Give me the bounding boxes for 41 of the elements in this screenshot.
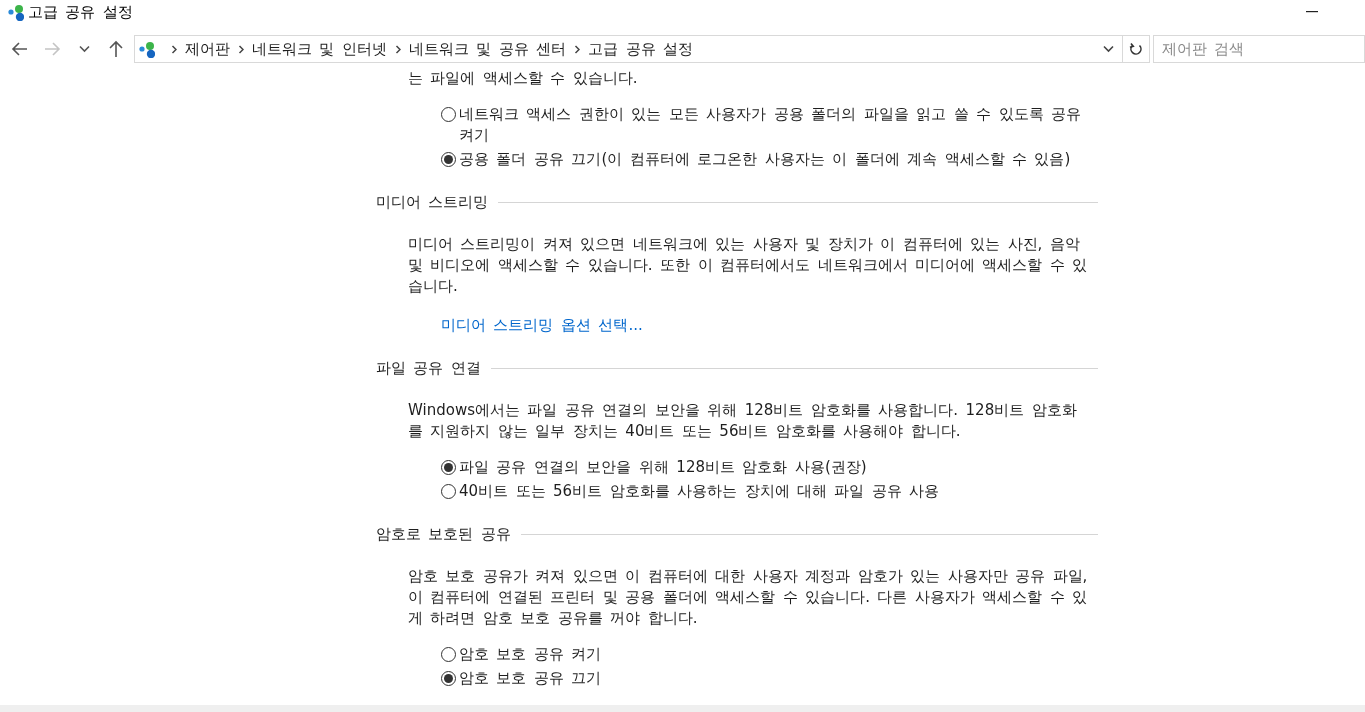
chevron-down-icon (78, 45, 90, 53)
up-arrow-icon (108, 40, 124, 58)
minimize-icon (1306, 11, 1318, 13)
description-text: 암호 보호 공유가 켜져 있으면 이 컴퓨터에 대한 사용자 계정과 암호가 있는 사용자만 공유 파일, 이 컴퓨터에 연결된 프린터 및 공용 폴더에 액세스할 수 있습니다. 다른 사용자가 액세스할 수 있게 하려면 암호 보호 공유를 꺼야 합니다. (408, 566, 1089, 629)
search-field[interactable]: 제어판 검색 (1153, 35, 1365, 63)
radio-label[interactable]: 파일 공유 연결의 보안을 위해 128비트 암호화 사용(권장) (459, 457, 1090, 478)
radio-label[interactable]: 40비트 또는 56비트 암호화를 사용하는 장치에 대해 파일 공유 사용 (459, 481, 1090, 502)
radio-button[interactable] (441, 671, 456, 686)
radio-label[interactable]: 암호 보호 공유 끄기 (459, 668, 1090, 689)
network-icon (8, 3, 24, 21)
chevron-right-icon (574, 44, 581, 54)
breadcrumb-link[interactable]: 제어판 (185, 38, 230, 60)
radio-button[interactable] (441, 460, 456, 475)
radio-label[interactable]: 암호 보호 공유 켜기 (459, 644, 1090, 665)
breadcrumb-link[interactable]: 네트워크 및 공유 센터 (408, 38, 567, 60)
forward-arrow-icon (43, 41, 61, 57)
media-streaming-options-link[interactable]: 미디어 스트리밍 옵션 선택... (441, 315, 643, 336)
radio-button[interactable] (441, 647, 456, 662)
radio-label[interactable]: 공용 폴더 공유 끄기(이 컴퓨터에 로그온한 사용자는 이 폴더에 계속 액세스할 수 있음) (459, 149, 1090, 170)
address-bar[interactable]: 제어판 네트워크 및 인터넷 네트워크 및 공유 센터 고급 공유 설정 (134, 35, 1124, 63)
network-icon (139, 40, 155, 58)
radio-label[interactable]: 네트워크 액세스 권한이 있는 모든 사용자가 공용 폴더의 파일을 읽고 쓸 수 있도록 공유 켜기 (459, 104, 1090, 146)
refresh-button[interactable] (1123, 35, 1150, 63)
chevron-down-icon (1103, 45, 1115, 53)
chevron-right-icon (238, 44, 244, 54)
section-heading: 미디어 스트리밍 (376, 192, 489, 213)
refresh-icon (1129, 41, 1143, 57)
section-heading: 암호로 보호된 공유 (376, 524, 511, 545)
radio-button[interactable] (441, 484, 456, 499)
description-text: 미디어 스트리밍이 켜져 있으면 네트워크에 있는 사용자 및 장치가 이 컴퓨터에 있는 사진, 음악 및 비디오에 액세스할 수 있습니다. 또한 이 컴퓨터에서도 네트워크에서 미디어에 액세스할 수 있습니다. (408, 234, 1089, 297)
chevron-right-icon (394, 44, 401, 54)
section-heading: 파일 공유 연결 (376, 358, 481, 379)
breadcrumb-link[interactable]: 고급 공유 설정 (588, 38, 694, 60)
radio-button[interactable] (441, 107, 456, 122)
description-text: 는 파일에 액세스할 수 있습니다. (408, 68, 639, 89)
radio-button[interactable] (441, 152, 456, 167)
back-arrow-icon (11, 41, 29, 57)
description-text: Windows에서는 파일 공유 연결의 보안을 위해 128비트 암호화를 사용합니다. 128비트 암호화를 지원하지 않는 일부 장치는 40비트 또는 56비트 암호화를 사용해야 합니다. (408, 400, 1078, 442)
breadcrumb-link[interactable]: 네트워크 및 인터넷 (252, 38, 387, 60)
window-title: 고급 공유 설정 (28, 1, 133, 23)
chevron-right-icon (171, 44, 177, 54)
